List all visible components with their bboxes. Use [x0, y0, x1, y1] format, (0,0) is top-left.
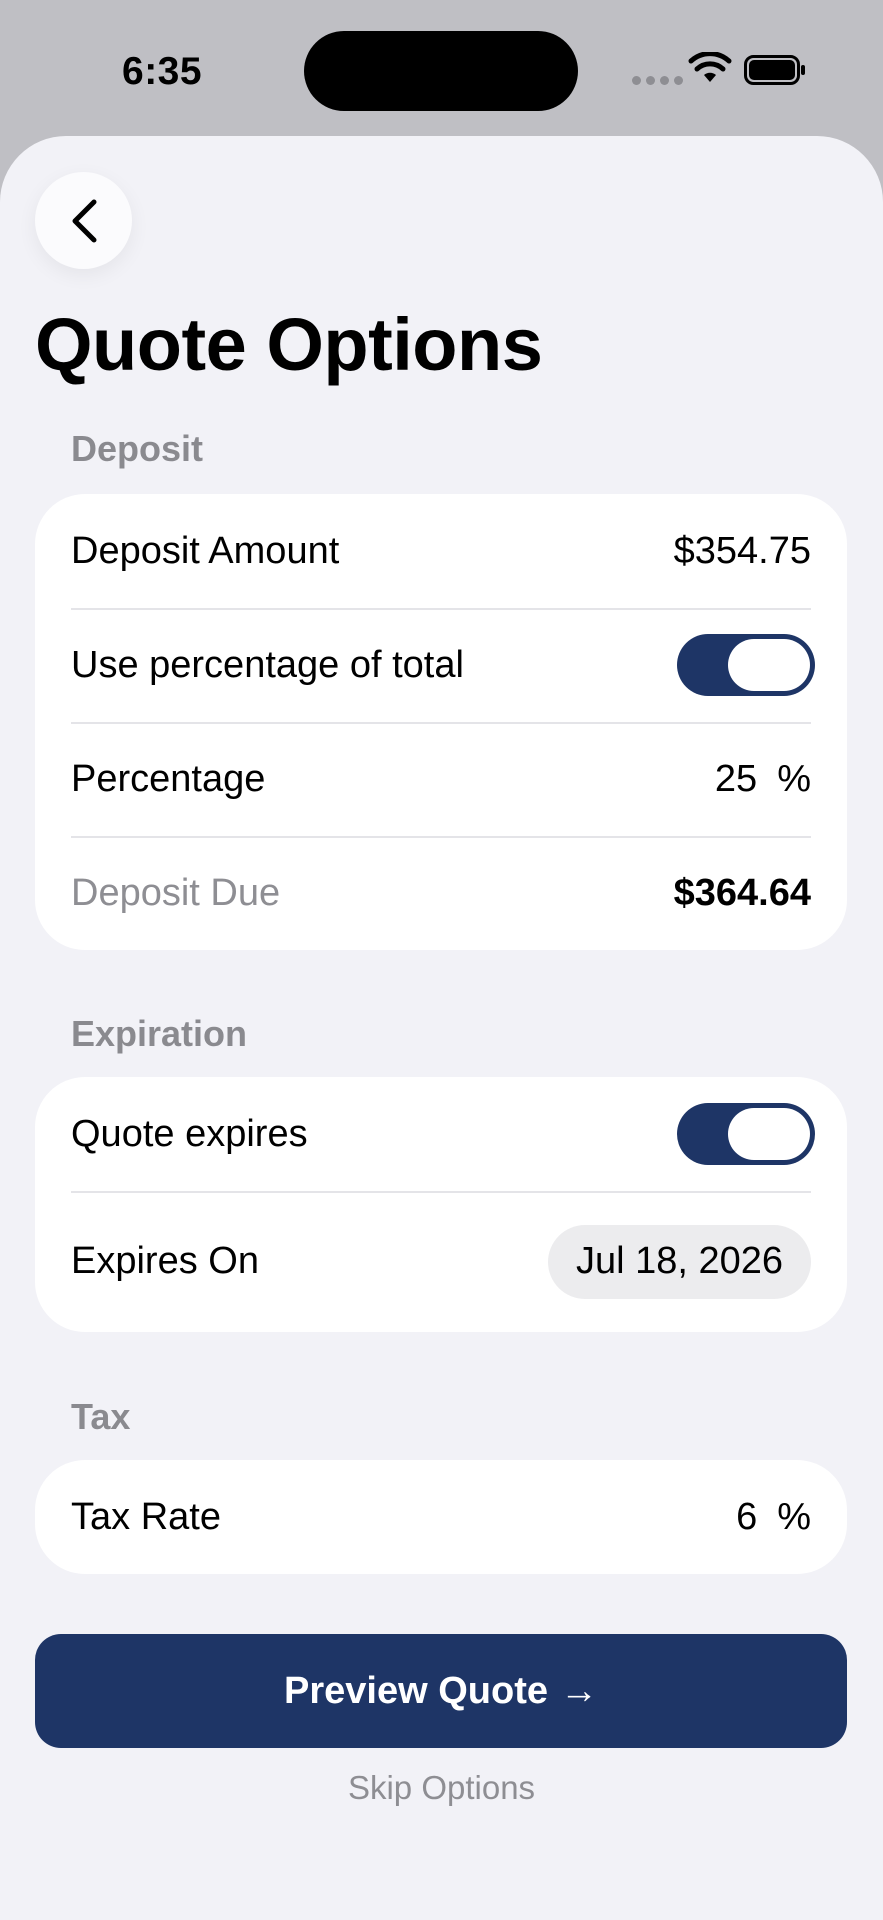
quote-expires-toggle[interactable] — [677, 1103, 815, 1165]
wifi-icon — [688, 52, 732, 82]
arrow-right-icon: → — [559, 1669, 598, 1712]
toggle-knob — [728, 1108, 810, 1160]
back-button[interactable] — [35, 172, 132, 269]
quote-options-sheet: Quote Options Deposit Deposit Amount $35… — [0, 136, 883, 1920]
dynamic-island — [304, 31, 578, 111]
expires-on-label: Expires On — [71, 1240, 259, 1282]
tax-card: Tax Rate 6 % — [35, 1460, 847, 1574]
status-time: 6:35 — [122, 50, 203, 93]
tax-rate-label: Tax Rate — [71, 1495, 221, 1538]
expires-on-date-picker[interactable]: Jul 18, 2026 — [547, 1224, 811, 1299]
expires-on-row: Expires On Jul 18, 2026 — [35, 1191, 847, 1332]
tax-section-header: Tax — [71, 1396, 131, 1437]
tax-rate-field[interactable]: 6 % — [736, 1496, 811, 1539]
deposit-section-header: Deposit — [71, 428, 204, 469]
percentage-value[interactable]: 25 — [715, 758, 757, 801]
deposit-amount-label: Deposit Amount — [71, 529, 340, 572]
deposit-due-value: $364.64 — [673, 871, 811, 914]
percentage-row[interactable]: Percentage 25 % — [35, 722, 847, 836]
battery-icon — [744, 55, 805, 85]
percentage-field[interactable]: 25 % — [715, 758, 811, 801]
deposit-amount-row[interactable]: Deposit Amount $354.75 — [35, 494, 847, 608]
expiration-card: Quote expires Expires On Jul 18, 2026 — [35, 1077, 847, 1332]
percentage-label: Percentage — [71, 757, 266, 800]
quote-expires-label: Quote expires — [71, 1112, 308, 1155]
expiration-section-header: Expiration — [71, 1013, 248, 1054]
use-percentage-toggle[interactable] — [677, 634, 815, 696]
deposit-card: Deposit Amount $354.75 Use percentage of… — [35, 494, 847, 950]
deposit-amount-value[interactable]: $354.75 — [674, 530, 811, 573]
quote-expires-row: Quote expires — [35, 1077, 847, 1191]
back-chevron-icon — [72, 199, 96, 242]
skip-options-link[interactable]: Skip Options — [0, 1769, 883, 1807]
deposit-due-label: Deposit Due — [71, 871, 281, 914]
tax-rate-value[interactable]: 6 — [736, 1496, 757, 1539]
toggle-knob — [728, 639, 810, 691]
preview-quote-label: Preview Quote — [284, 1669, 548, 1712]
use-percentage-label: Use percentage of total — [71, 643, 464, 686]
tax-rate-unit: % — [777, 1495, 811, 1538]
status-bar: 6:35 — [0, 0, 883, 136]
page-title: Quote Options — [35, 303, 543, 386]
tax-rate-row[interactable]: Tax Rate 6 % — [35, 1460, 847, 1574]
deposit-due-row: Deposit Due $364.64 — [35, 836, 847, 950]
use-percentage-row: Use percentage of total — [35, 608, 847, 722]
percentage-unit: % — [777, 757, 811, 800]
signal-dots-icon — [632, 76, 683, 85]
preview-quote-button[interactable]: Preview Quote → — [35, 1634, 847, 1748]
